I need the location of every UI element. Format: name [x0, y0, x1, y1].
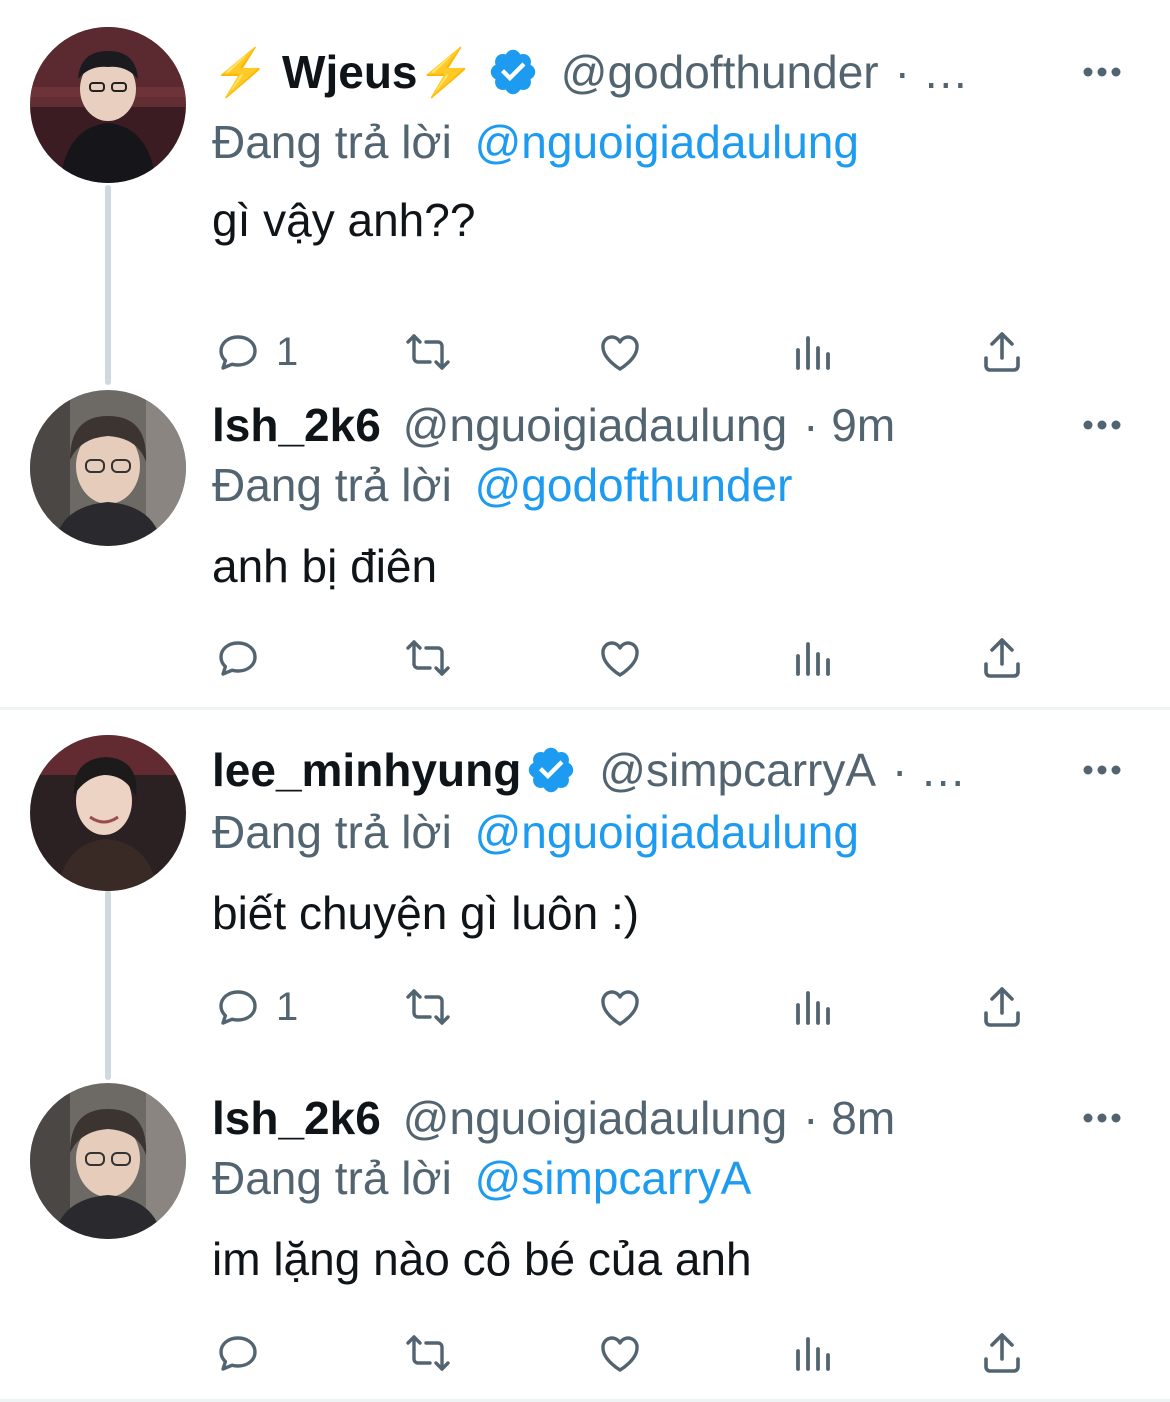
like-button[interactable] — [596, 628, 644, 688]
tweet-text: gì vậy anh?? — [212, 194, 476, 246]
more-options-icon[interactable] — [1079, 402, 1125, 448]
tweet-text: anh bị điên — [212, 540, 438, 592]
tweet-text: im lặng nào cô bé của anh — [212, 1233, 752, 1285]
like-button[interactable] — [596, 1323, 644, 1383]
like-icon — [601, 641, 639, 677]
like-icon — [601, 1336, 639, 1372]
views-button[interactable] — [788, 322, 836, 382]
timestamp: · … — [892, 744, 967, 796]
retweet-icon — [406, 989, 450, 1025]
tweet-actions — [212, 1323, 1042, 1383]
mention-link[interactable]: @simpcarryA — [475, 1152, 752, 1204]
timestamp: · 9m — [803, 399, 896, 451]
mention-link[interactable]: @nguoigiadaulung — [475, 806, 859, 858]
mention-link[interactable]: @nguoigiadaulung — [475, 116, 859, 168]
replying-to: Đang trả lời @nguoigiadaulung — [212, 797, 859, 867]
replying-to: Đang trả lời @simpcarryA — [212, 1143, 751, 1213]
retweet-button[interactable] — [404, 1323, 452, 1383]
tweet-header: ⚡️ Wjeus⚡️ @godofthunder · … — [212, 37, 1040, 107]
reply-icon — [219, 1336, 257, 1371]
like-button[interactable] — [596, 322, 644, 382]
reply-button[interactable]: 1 — [214, 322, 298, 382]
more-options-icon[interactable] — [1079, 747, 1125, 793]
views-icon — [796, 1337, 830, 1371]
avatar[interactable] — [30, 1083, 186, 1239]
retweet-button[interactable] — [404, 977, 452, 1037]
views-button[interactable] — [788, 977, 836, 1037]
timestamp: · 8m — [803, 1092, 896, 1144]
retweet-icon — [406, 334, 450, 370]
share-button[interactable] — [978, 322, 1026, 382]
like-icon — [601, 335, 639, 371]
replying-to: Đang trả lời @godofthunder — [212, 450, 792, 520]
reply-button[interactable] — [214, 1323, 262, 1383]
views-button[interactable] — [788, 1323, 836, 1383]
share-icon — [984, 1333, 1020, 1373]
views-icon — [796, 336, 830, 370]
tweet-actions: 1 — [212, 322, 1042, 382]
views-button[interactable] — [788, 628, 836, 688]
share-icon — [984, 332, 1020, 372]
reply-icon — [219, 335, 257, 370]
replying-prefix: Đang trả lời — [212, 806, 452, 858]
replying-to: Đang trả lời @nguoigiadaulung — [212, 107, 859, 177]
share-button[interactable] — [978, 1323, 1026, 1383]
more-options-icon[interactable] — [1079, 49, 1125, 95]
more-options-icon[interactable] — [1079, 1095, 1125, 1141]
replying-prefix: Đang trả lời — [212, 459, 452, 511]
thread-connector-line — [105, 185, 111, 385]
reply-button[interactable] — [214, 628, 262, 688]
tweet-actions — [212, 628, 1042, 688]
like-button[interactable] — [596, 977, 644, 1037]
share-icon — [984, 987, 1020, 1027]
views-icon — [796, 991, 830, 1025]
thread-connector-line — [105, 890, 111, 1080]
share-icon — [984, 638, 1020, 678]
user-handle[interactable]: @simpcarryA — [599, 735, 876, 805]
thread-divider — [0, 707, 1170, 710]
share-button[interactable] — [978, 977, 1026, 1037]
mention-link[interactable]: @godofthunder — [475, 459, 793, 511]
user-handle[interactable]: @godofthunder — [561, 37, 879, 107]
reply-count: 1 — [276, 985, 299, 1029]
tweet-actions: 1 — [212, 977, 1042, 1037]
tweet-header: lee_minhyung @simpcarryA · … — [212, 735, 1040, 805]
retweet-icon — [406, 1335, 450, 1371]
like-icon — [601, 990, 639, 1026]
reply-button[interactable]: 1 — [214, 977, 298, 1037]
reply-icon — [219, 641, 257, 676]
replying-prefix: Đang trả lời — [212, 116, 452, 168]
replying-prefix: Đang trả lời — [212, 1152, 452, 1204]
display-name[interactable]: lee_minhyung — [212, 735, 521, 805]
views-icon — [796, 642, 830, 676]
share-button[interactable] — [978, 628, 1026, 688]
retweet-button[interactable] — [404, 628, 452, 688]
timestamp: · … — [894, 46, 969, 98]
retweet-icon — [406, 640, 450, 676]
avatar[interactable] — [30, 27, 186, 183]
display-name[interactable]: ⚡️ Wjeus⚡️ — [212, 37, 475, 107]
avatar[interactable] — [30, 735, 186, 891]
reply-count: 1 — [276, 330, 299, 374]
verified-badge-icon — [525, 744, 577, 796]
tweet-text: biết chuyện gì luôn :) — [212, 887, 640, 939]
retweet-button[interactable] — [404, 322, 452, 382]
avatar[interactable] — [30, 390, 186, 546]
verified-badge-icon — [487, 46, 539, 98]
reply-icon — [219, 990, 257, 1025]
